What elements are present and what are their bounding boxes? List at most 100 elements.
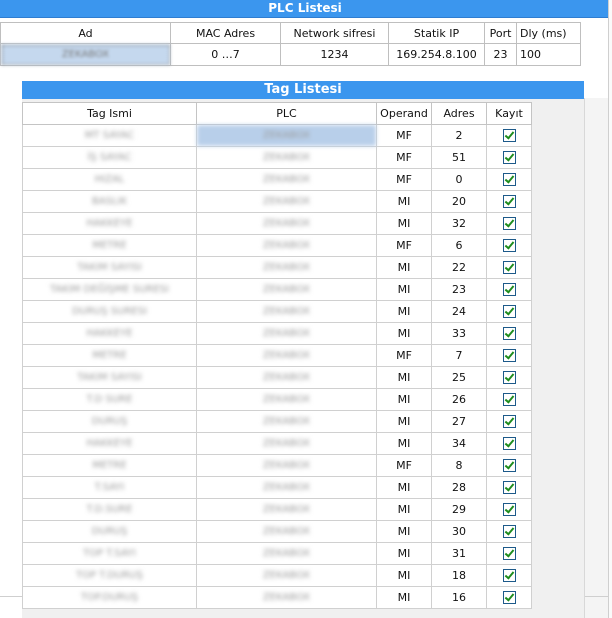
tag-name-cell[interactable]: TAKIM SAYISI [22,366,197,389]
tag-plc-cell[interactable]: ZEKABOX [196,190,377,213]
tag-table-row[interactable]: HAKKEYE ZEKABOX MI 34 [22,432,532,455]
tag-table-row[interactable]: TOP T.SAYI ZEKABOX MI 31 [22,542,532,565]
tag-operand-cell[interactable]: MI [376,366,432,389]
tag-name-cell[interactable]: DURUŞ [22,410,197,433]
tag-name-cell[interactable]: TAKIM SAYISI [22,256,197,279]
tag-operand-cell[interactable]: MI [376,212,432,235]
kayit-checkbox[interactable] [502,261,516,275]
tag-table-row[interactable]: METRE ZEKABOX MF 8 [22,454,532,477]
tag-adres-cell[interactable]: 31 [431,542,487,565]
column-header-network[interactable]: Network sifresi [280,22,389,44]
tag-adres-cell[interactable]: 32 [431,212,487,235]
tag-name-cell[interactable]: TOP.DURUŞ [22,586,197,609]
tag-plc-cell[interactable]: ZEKABOX [196,124,377,147]
tag-plc-cell[interactable]: ZEKABOX [196,520,377,543]
tag-plc-cell[interactable]: ZEKABOX [196,344,377,367]
tag-operand-cell[interactable]: MI [376,190,432,213]
tag-kayit-cell[interactable] [486,278,532,301]
tag-adres-cell[interactable]: 25 [431,366,487,389]
tag-plc-cell[interactable]: ZEKABOX [196,476,377,499]
kayit-checkbox[interactable] [502,349,516,363]
tag-plc-cell[interactable]: ZEKABOX [196,234,377,257]
column-header-port[interactable]: Port [484,22,517,44]
tag-name-cell[interactable]: HAKKEYE [22,432,197,455]
tag-table-row[interactable]: T.SAYI ZEKABOX MI 28 [22,476,532,499]
tag-kayit-cell[interactable] [486,388,532,411]
tag-table-row[interactable]: TAKIM SAYISI ZEKABOX MI 25 [22,366,532,389]
tag-table-row[interactable]: DURUŞ SURESI ZEKABOX MI 24 [22,300,532,323]
kayit-checkbox[interactable] [502,437,516,451]
tag-name-cell[interactable]: BASLIK [22,190,197,213]
tag-kayit-cell[interactable] [486,454,532,477]
tag-adres-cell[interactable]: 29 [431,498,487,521]
tag-plc-cell[interactable]: ZEKABOX [196,498,377,521]
plc-table-row[interactable]: ZEKABOX 0 …7 1234 169.254.8.100 23 100 [0,43,581,66]
tag-operand-cell[interactable]: MI [376,520,432,543]
tag-plc-cell[interactable]: ZEKABOX [196,564,377,587]
tag-operand-cell[interactable]: MI [376,542,432,565]
tag-kayit-cell[interactable] [486,586,532,609]
kayit-checkbox[interactable] [502,371,516,385]
tag-kayit-cell[interactable] [486,124,532,147]
tag-adres-cell[interactable]: 0 [431,168,487,191]
tag-adres-cell[interactable]: 34 [431,432,487,455]
tag-plc-cell[interactable]: ZEKABOX [196,278,377,301]
tag-plc-cell[interactable]: ZEKABOX [196,322,377,345]
tag-table-row[interactable]: T.D SURE ZEKABOX MI 26 [22,388,532,411]
tag-name-cell[interactable]: HAKKEYE [22,322,197,345]
tag-adres-cell[interactable]: 26 [431,388,487,411]
tag-plc-cell[interactable]: ZEKABOX [196,542,377,565]
tag-plc-cell[interactable]: ZEKABOX [196,146,377,169]
tag-kayit-cell[interactable] [486,256,532,279]
column-header-mac[interactable]: MAC Adres [170,22,281,44]
tag-table-row[interactable]: METRE ZEKABOX MF 7 [22,344,532,367]
tag-name-cell[interactable]: T.D.SURE [22,498,197,521]
tag-name-cell[interactable]: TOP T.SAYI [22,542,197,565]
plc-name-cell[interactable]: ZEKABOX [0,43,171,66]
kayit-checkbox[interactable] [502,415,516,429]
tag-table-row[interactable]: HIZAL ZEKABOX MF 0 [22,168,532,191]
tag-plc-cell[interactable]: ZEKABOX [196,256,377,279]
tag-adres-cell[interactable]: 23 [431,278,487,301]
kayit-checkbox[interactable] [502,569,516,583]
tag-kayit-cell[interactable] [486,564,532,587]
tag-kayit-cell[interactable] [486,344,532,367]
plc-dly-cell[interactable]: 100 [516,43,581,66]
tag-table-row[interactable]: T.D.SURE ZEKABOX MI 29 [22,498,532,521]
column-header-dly[interactable]: Dly (ms) [516,22,581,44]
tag-plc-cell[interactable]: ZEKABOX [196,366,377,389]
column-header-ad[interactable]: Ad [0,22,171,44]
tag-name-cell[interactable]: T.SAYI [22,476,197,499]
tag-kayit-cell[interactable] [486,366,532,389]
plc-mac-cell[interactable]: 0 …7 [170,43,281,66]
tag-kayit-cell[interactable] [486,234,532,257]
tag-adres-cell[interactable]: 22 [431,256,487,279]
tag-operand-cell[interactable]: MF [376,124,432,147]
tag-kayit-cell[interactable] [486,432,532,455]
kayit-checkbox[interactable] [502,393,516,407]
tag-name-cell[interactable]: DURUŞ [22,520,197,543]
kayit-checkbox[interactable] [502,173,516,187]
kayit-checkbox[interactable] [502,305,516,319]
tag-plc-cell[interactable]: ZEKABOX [196,454,377,477]
tag-adres-cell[interactable]: 2 [431,124,487,147]
tag-operand-cell[interactable]: MI [376,586,432,609]
tag-kayit-cell[interactable] [486,168,532,191]
column-header-ip[interactable]: Statik IP [388,22,485,44]
tag-table-row[interactable]: DURUŞ ZEKABOX MI 30 [22,520,532,543]
tag-adres-cell[interactable]: 28 [431,476,487,499]
tag-name-cell[interactable]: HIZAL [22,168,197,191]
tag-adres-cell[interactable]: 8 [431,454,487,477]
tag-plc-cell[interactable]: ZEKABOX [196,168,377,191]
tag-plc-cell[interactable]: ZEKABOX [196,432,377,455]
tag-table-row[interactable]: TAKIM SAYISI ZEKABOX MI 22 [22,256,532,279]
tag-adres-cell[interactable]: 27 [431,410,487,433]
tag-name-cell[interactable]: HAKKEYE [22,212,197,235]
tag-name-cell[interactable]: TOP T.DURUŞ [22,564,197,587]
tag-adres-cell[interactable]: 16 [431,586,487,609]
kayit-checkbox[interactable] [502,459,516,473]
tag-table-row[interactable]: MT SAYAC ZEKABOX MF 2 [22,124,532,147]
tag-name-cell[interactable]: T.D SURE [22,388,197,411]
tag-operand-cell[interactable]: MF [376,146,432,169]
tag-kayit-cell[interactable] [486,300,532,323]
